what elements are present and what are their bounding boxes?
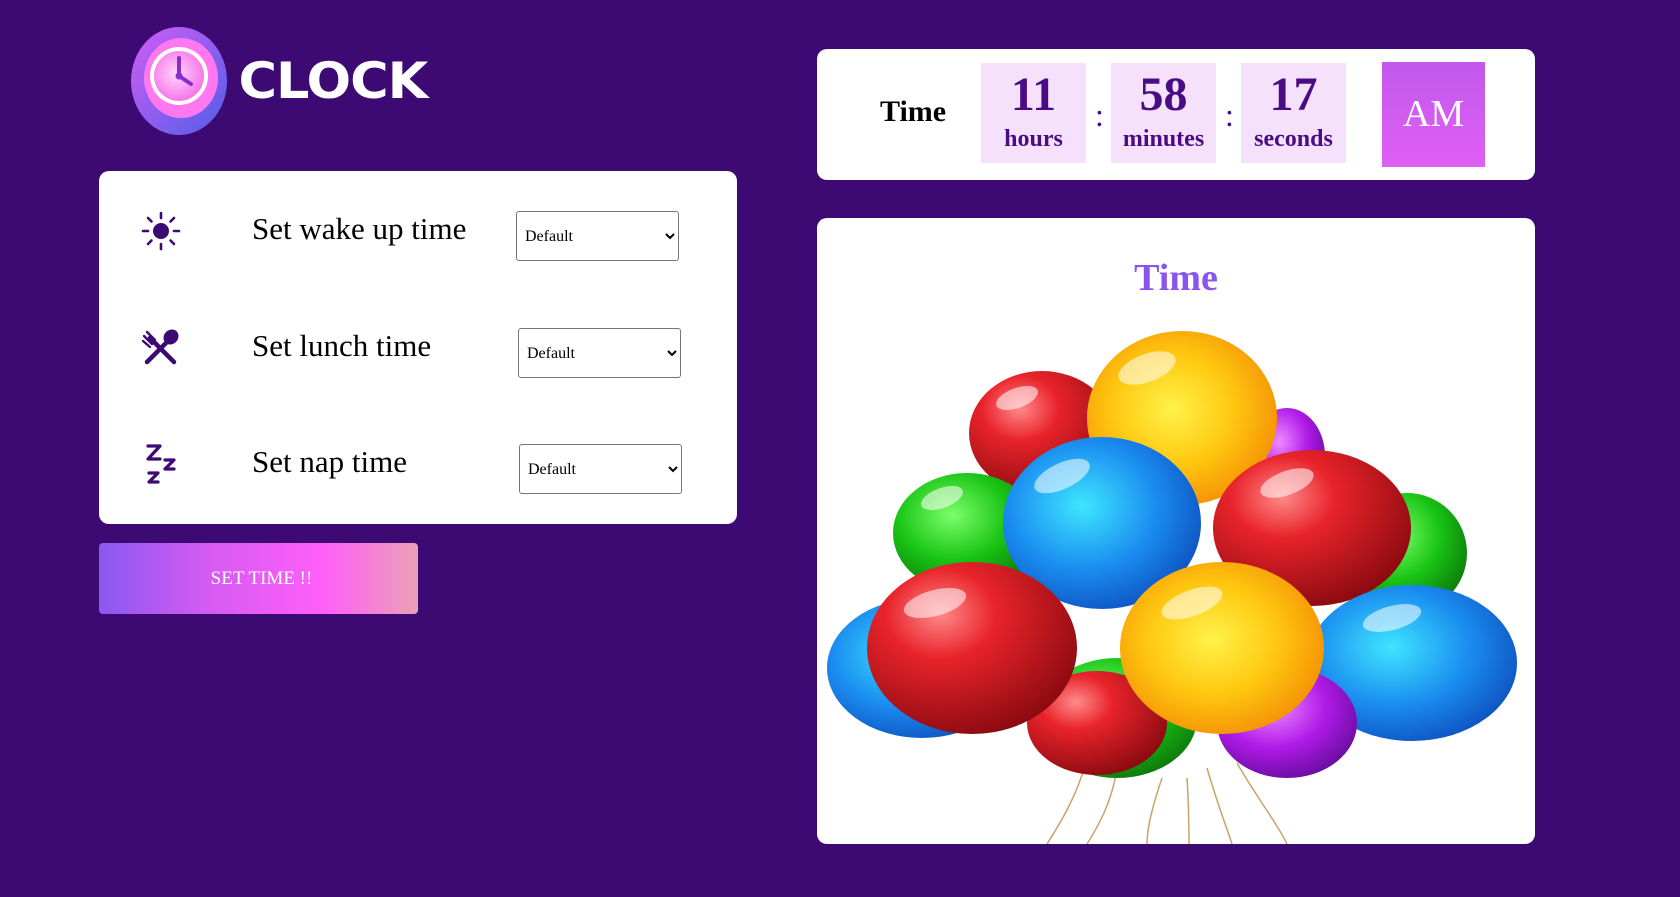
minutes-caption: minutes [1122, 126, 1205, 152]
greeting-card: Time [817, 218, 1535, 844]
lunch-label: Set lunch time [252, 328, 432, 363]
alarm-settings-panel: Set wake up time Default Set lunch time … [99, 171, 737, 524]
nap-select[interactable]: Default [519, 444, 682, 494]
hours-value: 11 [1010, 68, 1057, 121]
fork-spoon-icon [141, 329, 179, 365]
sun-icon [141, 211, 181, 251]
set-time-button[interactable]: SET TIME !! [99, 543, 418, 614]
logo-text: CLOCK [238, 52, 429, 110]
lunch-select[interactable]: Default [518, 328, 681, 378]
wake-up-label: Set wake up time [252, 211, 467, 246]
minutes-box: 58 minutes [1111, 63, 1216, 163]
display-heading: Time [1134, 257, 1218, 299]
lunch-row: Set lunch time Default [99, 318, 737, 378]
wake-up-select[interactable]: Default [516, 211, 679, 261]
hours-box: 11 hours [981, 63, 1086, 163]
app-logo: CLOCK [131, 26, 428, 136]
nap-row: Set nap time Default [99, 434, 737, 494]
time-separator: : [1225, 97, 1234, 133]
balloons-image [827, 331, 1517, 844]
nap-label: Set nap time [252, 444, 407, 479]
current-time-card: Time 11 hours : 58 minutes : 17 seconds … [817, 49, 1535, 180]
seconds-value: 17 [1269, 68, 1318, 121]
hours-caption: hours [1004, 126, 1063, 152]
time-label: Time [880, 95, 947, 128]
seconds-caption: seconds [1254, 126, 1333, 152]
time-separator: : [1095, 97, 1104, 133]
seconds-box: 17 seconds [1241, 63, 1346, 163]
am-pm-indicator: AM [1382, 62, 1485, 167]
sleep-zzz-icon [146, 444, 176, 484]
wake-up-row: Set wake up time Default [99, 201, 737, 261]
clock-icon [131, 27, 227, 135]
minutes-value: 58 [1139, 68, 1188, 121]
